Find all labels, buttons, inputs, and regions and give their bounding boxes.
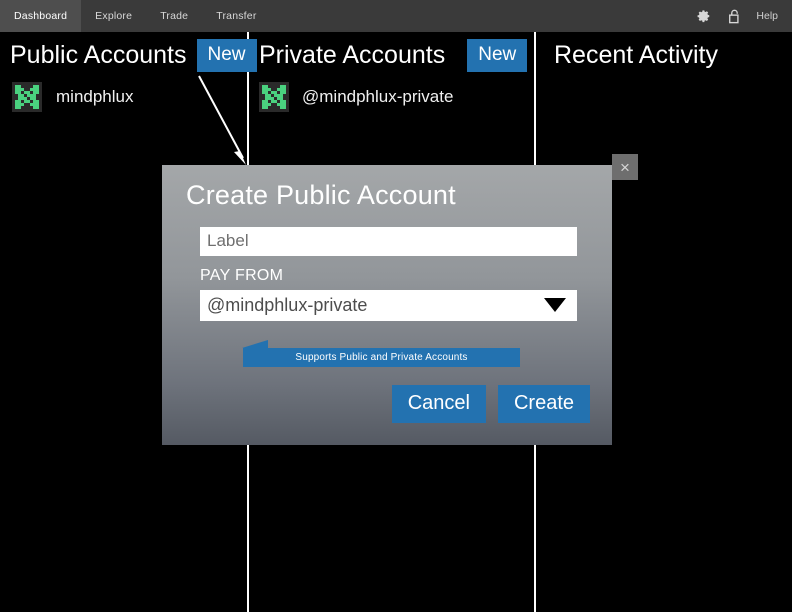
- recent-activity-header: Recent Activity: [536, 32, 792, 78]
- help-link[interactable]: Help: [756, 10, 778, 22]
- identicon-avatar: [259, 82, 289, 112]
- tab-transfer-label: Transfer: [216, 10, 257, 22]
- dialog-title: Create Public Account: [186, 180, 456, 210]
- gear-icon[interactable]: [696, 8, 712, 24]
- account-name: @mindphlux-private: [302, 87, 454, 106]
- public-accounts-header: Public Accounts New: [0, 32, 257, 78]
- create-button[interactable]: Create: [497, 385, 590, 423]
- list-item[interactable]: @mindphlux-private: [249, 78, 534, 116]
- unlocked-padlock-icon[interactable]: [726, 8, 742, 24]
- private-accounts-header: Private Accounts New: [249, 32, 534, 78]
- tab-transfer[interactable]: Transfer: [202, 0, 270, 32]
- pay-from-callout: Supports Public and Private Accounts: [242, 340, 520, 367]
- pay-from-select[interactable]: @mindphlux-private: [200, 289, 577, 321]
- dialog-actions: Cancel Create: [391, 385, 590, 423]
- tab-explore[interactable]: Explore: [81, 0, 146, 32]
- public-accounts-title: Public Accounts: [10, 40, 187, 69]
- close-icon[interactable]: ×: [612, 154, 638, 180]
- dialog-body: PAY FROM @mindphlux-private: [162, 211, 612, 321]
- private-accounts-title: Private Accounts: [259, 40, 446, 69]
- topbar-actions: Help: [696, 0, 792, 32]
- chevron-down-icon: [544, 298, 566, 313]
- create-public-account-dialog: × Create Public Account PAY FROM @mindph…: [162, 154, 638, 445]
- public-account-list: mindphlux: [0, 78, 247, 116]
- identicon-avatar: [12, 82, 42, 112]
- private-account-list: @mindphlux-private: [249, 78, 534, 116]
- callout-text: Supports Public and Private Accounts: [295, 352, 468, 363]
- callout-pointer: [242, 340, 268, 348]
- pay-from-selected-value: @mindphlux-private: [207, 294, 368, 315]
- account-name: mindphlux: [56, 87, 134, 106]
- label-input[interactable]: [200, 226, 577, 256]
- tab-trade-label: Trade: [160, 10, 189, 22]
- pay-from-label: PAY FROM: [200, 266, 284, 284]
- nav-tabs: Dashboard Explore Trade Transfer: [0, 0, 271, 32]
- recent-activity-title: Recent Activity: [554, 40, 718, 69]
- tab-trade[interactable]: Trade: [146, 0, 202, 32]
- new-public-account-button[interactable]: New: [196, 38, 257, 72]
- list-item[interactable]: mindphlux: [0, 78, 247, 116]
- tab-dashboard-label: Dashboard: [14, 10, 68, 22]
- top-navigation-bar: Dashboard Explore Trade Transfer Help: [0, 0, 792, 32]
- cancel-button[interactable]: Cancel: [391, 385, 486, 423]
- app-root: Dashboard Explore Trade Transfer Help Pu…: [0, 0, 792, 612]
- new-private-account-button[interactable]: New: [467, 38, 528, 72]
- tab-dashboard[interactable]: Dashboard: [0, 0, 82, 32]
- tab-explore-label: Explore: [95, 10, 133, 22]
